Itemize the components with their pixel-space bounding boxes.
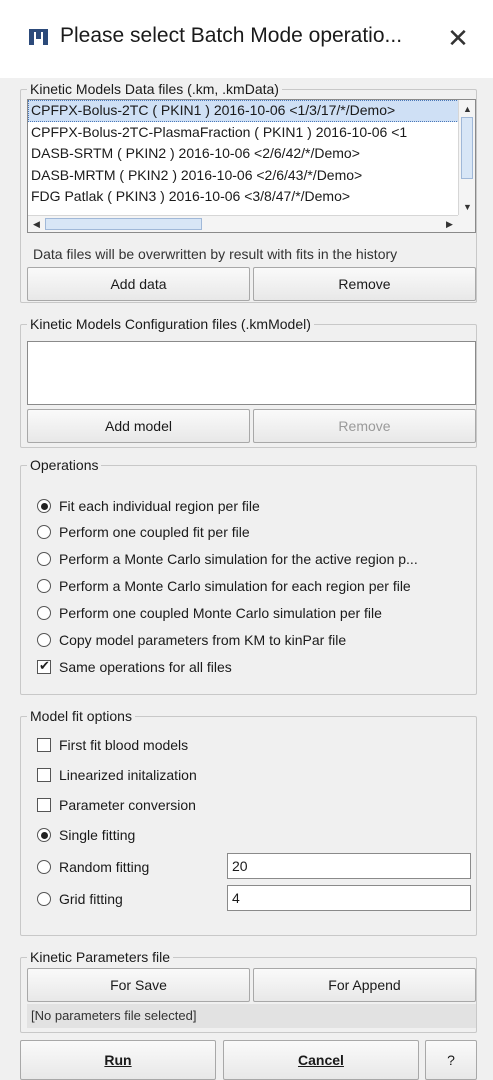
checkbox-label: First fit blood models [59, 737, 189, 753]
scroll-left-icon[interactable]: ◀ [28, 216, 45, 232]
checkbox[interactable] [37, 738, 51, 752]
random-fitting-radio[interactable]: Random fitting [37, 857, 149, 877]
scroll-right-icon[interactable]: ▶ [441, 216, 458, 232]
vertical-scroll-thumb[interactable] [461, 117, 473, 179]
add-model-button[interactable]: Add model [27, 409, 250, 443]
checkbox[interactable] [37, 768, 51, 782]
config-files-group: Kinetic Models Configuration files (.kmM… [20, 316, 477, 448]
scroll-corner [458, 215, 475, 232]
option-label: Fit each individual region per file [59, 498, 260, 514]
radio-button[interactable] [37, 525, 51, 539]
radio-button[interactable] [37, 828, 51, 842]
checkbox-label: Linearized initalization [59, 767, 197, 783]
option-label: Single fitting [59, 827, 136, 843]
vertical-scrollbar[interactable]: ▲ ▼ [458, 100, 475, 215]
radio-button[interactable] [37, 892, 51, 906]
op-fit-each-region[interactable]: Fit each individual region per file [37, 496, 260, 516]
linearized-init-checkbox[interactable]: Linearized initalization [37, 765, 197, 785]
checkbox-label: Parameter conversion [59, 797, 196, 813]
list-item[interactable]: CPFPX-Bolus-2TC-PlasmaFraction ( PKIN1 )… [28, 122, 475, 144]
option-label: Perform a Monte Carlo simulation for the… [59, 551, 418, 567]
op-coupled-fit[interactable]: Perform one coupled fit per file [37, 522, 250, 542]
same-ops-checkbox[interactable]: Same operations for all files [37, 657, 232, 677]
list-item[interactable]: DASB-MRTM ( PKIN2 ) 2016-10-06 <2/6/43/*… [28, 165, 475, 187]
pmod-app-icon [29, 29, 48, 45]
operations-legend: Operations [27, 457, 102, 473]
close-icon: ✕ [447, 22, 469, 53]
random-fitting-input[interactable]: 20 [227, 853, 471, 879]
remove-model-button: Remove [253, 409, 476, 443]
help-icon: ? [447, 1052, 455, 1068]
config-files-legend: Kinetic Models Configuration files (.kmM… [27, 316, 314, 332]
cancel-label: Cancel [298, 1052, 344, 1068]
params-file-status: [No parameters file selected] [27, 1004, 476, 1028]
horizontal-scroll-thumb[interactable] [45, 218, 202, 230]
option-label: Grid fitting [59, 891, 123, 907]
list-item[interactable]: DASB-SRTM ( PKIN2 ) 2016-10-06 <2/6/42/*… [28, 143, 475, 165]
window-title: Please select Batch Mode operatio... [60, 24, 403, 47]
fit-options-legend: Model fit options [27, 708, 135, 724]
remove-data-button[interactable]: Remove [253, 267, 476, 301]
single-fitting-radio[interactable]: Single fitting [37, 825, 135, 845]
radio-button[interactable] [37, 860, 51, 874]
op-monte-carlo-each[interactable]: Perform a Monte Carlo simulation for eac… [37, 576, 411, 596]
data-files-list[interactable]: CPFPX-Bolus-2TC ( PKIN1 ) 2016-10-06 <1/… [27, 99, 476, 233]
option-label: Random fitting [59, 859, 150, 875]
add-data-button[interactable]: Add data [27, 267, 250, 301]
checkbox[interactable] [37, 658, 51, 674]
config-files-list[interactable] [27, 341, 476, 405]
radio-button[interactable] [37, 606, 51, 620]
param-conversion-checkbox[interactable]: Parameter conversion [37, 795, 196, 815]
op-coupled-monte-carlo[interactable]: Perform one coupled Monte Carlo simulati… [37, 603, 382, 623]
list-item[interactable]: FDG Patlak ( PKIN3 ) 2016-10-06 <3/8/47/… [28, 186, 475, 208]
close-button[interactable]: ✕ [440, 20, 476, 56]
kinetic-params-legend: Kinetic Parameters file [27, 949, 174, 965]
help-button[interactable]: ? [425, 1040, 477, 1080]
option-label: Perform a Monte Carlo simulation for eac… [59, 578, 411, 594]
kinetic-params-group: Kinetic Parameters file For Save For App… [20, 949, 477, 1033]
data-files-legend: Kinetic Models Data files (.km, .kmData) [27, 81, 282, 97]
first-fit-blood-checkbox[interactable]: First fit blood models [37, 735, 188, 755]
checkbox[interactable] [37, 798, 51, 812]
radio-button[interactable] [37, 552, 51, 566]
radio-button[interactable] [37, 499, 51, 513]
scroll-up-icon[interactable]: ▲ [459, 100, 475, 117]
option-label: Perform one coupled Monte Carlo simulati… [59, 605, 382, 621]
checkbox-label: Same operations for all files [59, 659, 232, 675]
overwrite-note: Data files will be overwritten by result… [33, 246, 398, 262]
run-button[interactable]: Run [20, 1040, 216, 1080]
list-item[interactable]: CPFPX-Bolus-2TC ( PKIN1 ) 2016-10-06 <1/… [28, 100, 475, 122]
cancel-button[interactable]: Cancel [223, 1040, 419, 1080]
data-files-group: Kinetic Models Data files (.km, .kmData)… [20, 81, 477, 303]
op-monte-carlo-active[interactable]: Perform a Monte Carlo simulation for the… [37, 549, 418, 569]
op-copy-params[interactable]: Copy model parameters from KM to kinPar … [37, 630, 346, 650]
for-append-button[interactable]: For Append [253, 968, 476, 1002]
horizontal-scrollbar[interactable]: ◀ ▶ [28, 215, 458, 232]
grid-fitting-input[interactable]: 4 [227, 885, 471, 911]
run-label: Run [104, 1052, 132, 1068]
fit-options-group: Model fit options First fit blood models… [20, 708, 477, 936]
grid-fitting-radio[interactable]: Grid fitting [37, 889, 123, 909]
operations-group: Operations Fit each individual region pe… [20, 457, 477, 695]
radio-button[interactable] [37, 633, 51, 647]
for-save-button[interactable]: For Save [27, 968, 250, 1002]
radio-button[interactable] [37, 579, 51, 593]
scroll-down-icon[interactable]: ▼ [459, 198, 475, 215]
option-label: Copy model parameters from KM to kinPar … [59, 632, 347, 648]
option-label: Perform one coupled fit per file [59, 524, 250, 540]
title-bar: Please select Batch Mode operatio... ✕ [0, 0, 493, 78]
